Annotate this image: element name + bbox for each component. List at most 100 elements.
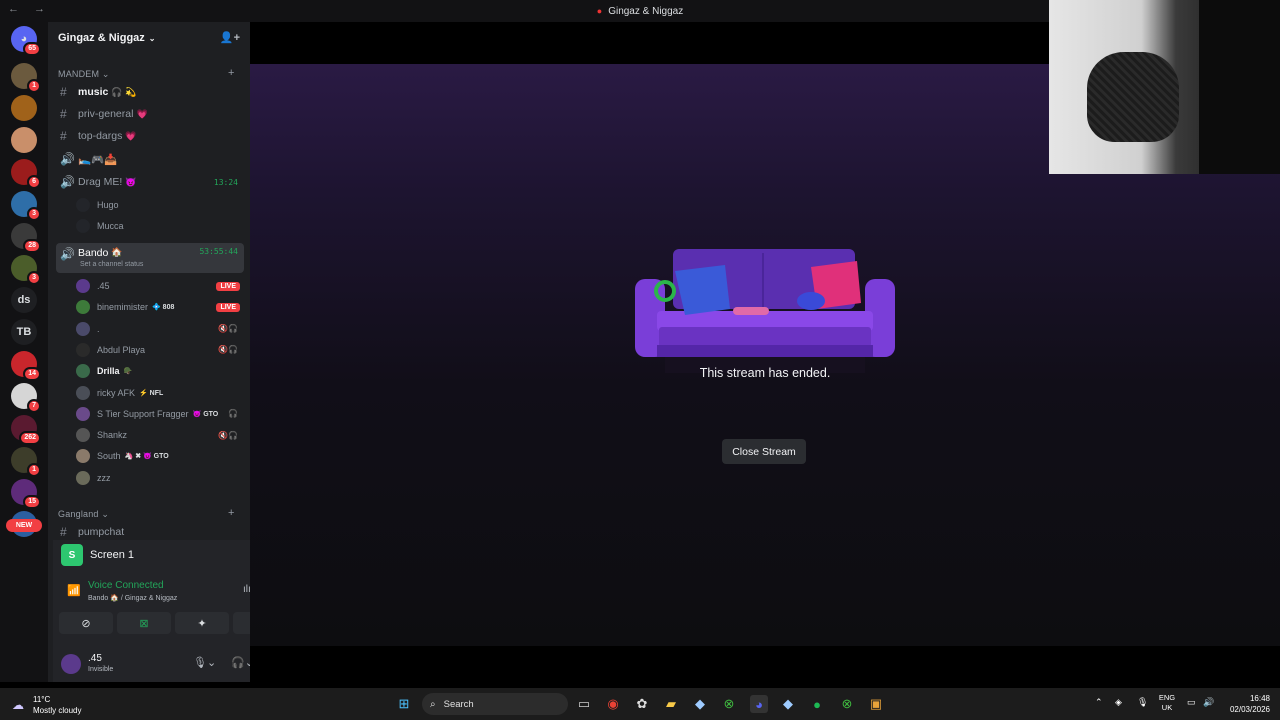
server-icon-13[interactable]: 262 — [11, 415, 41, 445]
avatar — [76, 364, 90, 379]
invite-people-icon[interactable]: 👤+ — [220, 31, 240, 44]
server-icon-15[interactable]: 15 — [11, 479, 41, 509]
voice-channel-bando[interactable]: 🔊 Bando 🏠 53:55:44 Set a channel status — [56, 243, 244, 273]
close-stream-button[interactable]: Close Stream — [722, 439, 806, 464]
microphone-icon[interactable]: 🎙⌄ — [193, 656, 216, 669]
live-badge[interactable]: LIVE — [216, 302, 240, 312]
show-hidden-icons[interactable]: ⌃ — [1095, 697, 1103, 708]
steam-icon-2[interactable]: ◆ — [779, 695, 797, 713]
server-icon-3[interactable] — [11, 95, 37, 121]
avatar — [76, 198, 90, 212]
server-icon-5[interactable]: 6 — [11, 159, 41, 189]
file-explorer-icon[interactable]: ▰ — [662, 695, 680, 713]
username: .45 — [88, 653, 102, 664]
xbox-icon-2[interactable]: ⊗ — [838, 695, 856, 713]
voice-status-text[interactable]: Voice Connected — [88, 580, 164, 591]
voice-channel-5[interactable]: 🔊 Drag ME! 😈 13:24 — [56, 172, 244, 192]
hash-icon: # — [60, 85, 67, 99]
text-channel-2[interactable]: # priv-general 💗 — [56, 104, 244, 124]
category-mandem[interactable]: MANDEM ⌄ + — [58, 67, 234, 80]
windows-taskbar: ☁ 11°C Mostly cloudy ⊞ ⌕ Search ▭ ◉ ✿ ▰ … — [0, 688, 1280, 720]
text-channel-1[interactable]: # music 🎧 💫 — [56, 82, 244, 102]
avatar[interactable] — [61, 654, 81, 674]
unread-badge: 7 — [27, 399, 41, 413]
voice-user[interactable]: . 🔇🎧 — [76, 319, 244, 339]
server-icon-11[interactable]: 14 — [11, 351, 41, 381]
discord-home-icon[interactable]: ◕ 65 — [11, 26, 41, 56]
voice-location[interactable]: Bando 🏠 / Gingaz & Niggaz — [88, 594, 177, 602]
hash-icon: # — [60, 107, 67, 121]
language-indicator[interactable]: ENG UK — [1156, 693, 1178, 713]
hash-icon: # — [60, 129, 67, 143]
live-badge[interactable]: LIVE — [216, 281, 240, 291]
spotify-icon[interactable]: ● — [808, 695, 826, 713]
server-icon-10[interactable]: TB — [11, 319, 37, 345]
clock[interactable]: 16:48 02/03/2026 — [1224, 693, 1270, 715]
server-icon-8[interactable]: 3 — [11, 255, 41, 285]
text-channel-pumpchat[interactable]: # pumpchat — [56, 522, 244, 542]
voice-user[interactable]: S Tier Support Fragger 😈 GTO 🎧 — [76, 404, 244, 424]
channel-emoji: 💗 — [136, 108, 148, 119]
avatar — [76, 385, 90, 400]
signal-icon[interactable]: 📶 — [67, 584, 81, 597]
category-label: MANDEM — [58, 69, 100, 79]
server-rail: ◕ 65 1 6 3 28 3 ds TB 14 7 262 1 15 NEW — [0, 22, 48, 682]
voice-user[interactable]: zzz — [76, 468, 244, 488]
user-name: Hugo — [97, 200, 119, 210]
voice-user[interactable]: Mucca — [76, 216, 244, 236]
channel-sidebar: Gingaz & Niggaz ⌄ 👤+ MANDEM ⌄ + # music 🎧 … — [48, 22, 293, 682]
network-icon[interactable]: ▭ — [1187, 697, 1196, 708]
add-channel-icon[interactable]: + — [228, 67, 235, 79]
voice-user[interactable]: South 🦄 ✖ 😈 GTO — [76, 446, 244, 466]
camera-off-button[interactable]: ⊘ — [59, 612, 113, 634]
voice-user[interactable]: .45 LIVE — [76, 276, 244, 296]
xbox-icon[interactable]: ⊗ — [720, 695, 738, 713]
speaker-icon: 🔊 — [60, 175, 75, 189]
voice-user[interactable]: ricky AFK ⚡ NFL — [76, 383, 244, 403]
server-icon-7[interactable]: 28 — [11, 223, 41, 253]
voice-channel-4[interactable]: 🔊 🛌🎮📥 — [56, 149, 244, 169]
voice-user[interactable]: Drilla 🪖 — [76, 361, 244, 381]
channel-name: pumpchat — [78, 526, 125, 538]
category-label: Gangland — [58, 509, 99, 519]
server-icon-2[interactable]: 1 — [11, 63, 41, 93]
server-icon-6[interactable]: 3 — [11, 191, 41, 221]
openai-icon[interactable]: ✿ — [633, 695, 651, 713]
windows-start-icon[interactable]: ⊞ — [395, 695, 413, 713]
muted-icon: 🔇🎧 — [218, 324, 238, 334]
window-title: Gingaz & Niggaz — [608, 5, 684, 17]
category-gangland[interactable]: Gangland ⌄ + — [58, 507, 234, 520]
server-icon-14[interactable]: 1 — [11, 447, 41, 477]
unread-badge: 3 — [27, 271, 41, 285]
avatar — [76, 279, 90, 293]
add-channel-icon[interactable]: + — [228, 507, 235, 519]
tray-app-icon[interactable]: ◈ — [1115, 697, 1122, 708]
microphone-tray-icon[interactable]: 🎙 — [1137, 697, 1148, 708]
user-name: South — [97, 451, 121, 462]
voice-user[interactable]: Abdul Playa 🔇🎧 — [76, 340, 244, 360]
steam-icon[interactable]: ◆ — [691, 695, 709, 713]
channel-status[interactable]: Set a channel status — [80, 261, 143, 268]
user-name: ricky AFK — [97, 387, 136, 398]
screen-share-button[interactable]: ⊠ — [117, 612, 171, 634]
voice-user[interactable]: binemimister 💠 808 LIVE — [76, 297, 244, 317]
discord-taskbar-icon[interactable]: ◕ — [750, 695, 768, 713]
text-channel-3[interactable]: # top-dargs 💗 — [56, 126, 244, 146]
volume-icon[interactable]: 🔊 — [1203, 697, 1214, 708]
voice-user[interactable]: Shankz 🔇🎧 — [76, 425, 244, 445]
channel-name: Drag ME! — [78, 176, 123, 188]
app-package-icon[interactable]: ▣ — [867, 695, 885, 713]
task-view-icon[interactable]: ▭ — [575, 695, 593, 713]
guild-header[interactable]: Gingaz & Niggaz ⌄ 👤+ — [48, 22, 250, 54]
user-name: Abdul Playa — [97, 344, 146, 355]
muted-icon: 🎧 — [228, 409, 238, 419]
weather-widget[interactable]: ☁ 11°C Mostly cloudy — [10, 694, 100, 716]
server-icon-12[interactable]: 7 — [11, 383, 41, 413]
voice-user[interactable]: Hugo — [76, 195, 244, 215]
chrome-icon[interactable]: ◉ — [604, 695, 622, 713]
activities-button[interactable]: ✦ — [175, 612, 229, 634]
server-icon-9[interactable]: ds — [11, 287, 37, 313]
server-icon-4[interactable] — [11, 127, 37, 153]
taskbar-search[interactable]: ⌕ Search — [422, 693, 568, 715]
nav-arrows[interactable]: ← → — [8, 3, 51, 15]
